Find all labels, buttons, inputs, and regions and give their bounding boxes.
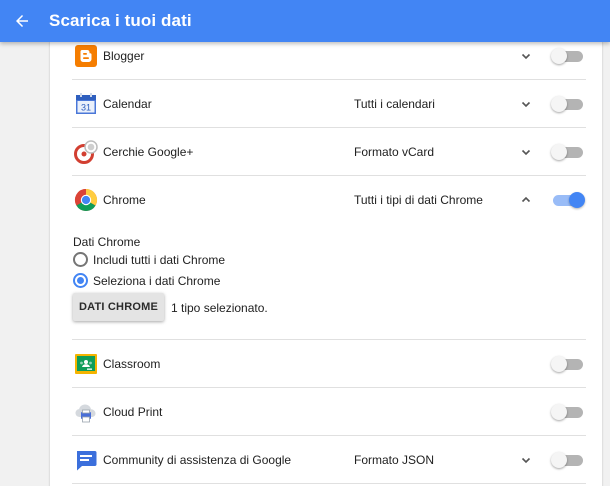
service-row-cloud-print: Cloud Print	[72, 388, 586, 436]
page-title: Scarica i tuoi dati	[49, 11, 192, 30]
service-format: Formato vCard	[354, 144, 435, 159]
toggle-thumb	[569, 192, 585, 208]
chrome-options-panel: Dati Chrome Includi tutti i dati Chrome …	[72, 228, 586, 340]
toggle-cloud-print[interactable]	[551, 404, 585, 420]
toggle-thumb	[551, 144, 567, 160]
radio-label: Includi tutti i dati Chrome	[93, 252, 226, 267]
classroom-icon	[75, 354, 97, 374]
toggle-calendar[interactable]	[551, 96, 585, 112]
service-format: Formato JSON	[354, 452, 435, 467]
radio-unchecked[interactable]	[73, 252, 88, 267]
services-card: Blogger 31 Calendar Tutti i calendari Ce…	[50, 32, 602, 486]
toggle-thumb	[551, 452, 567, 468]
service-name: Blogger	[103, 48, 145, 63]
toggle-help-community[interactable]	[551, 452, 585, 468]
toggle-google-plus-circles[interactable]	[551, 144, 585, 160]
toggle-thumb	[551, 96, 567, 112]
service-row-calendar: 31 Calendar Tutti i calendari	[72, 80, 586, 128]
community-chat-icon	[77, 451, 97, 471]
toggle-thumb	[551, 356, 567, 372]
svg-text:31: 31	[81, 103, 91, 113]
chrome-data-label: Dati Chrome	[73, 235, 141, 249]
chevron-down-icon[interactable]	[520, 146, 532, 158]
arrow-back-icon[interactable]	[13, 12, 31, 30]
calendar-icon: 31	[76, 93, 96, 114]
toggle-thumb	[551, 48, 567, 64]
chevron-down-icon[interactable]	[520, 98, 532, 110]
service-format: Tutti i tipi di dati Chrome	[354, 193, 483, 207]
chevron-up-icon[interactable]	[520, 194, 532, 206]
service-format: Tutti i calendari	[354, 96, 435, 111]
service-row-chrome: Chrome Tutti i tipi di dati Chrome	[72, 176, 586, 224]
cloud-print-icon	[75, 404, 96, 423]
selection-status: 1 tipo selezionato.	[171, 301, 268, 315]
service-name: Cerchie Google+	[103, 144, 194, 159]
chrome-icon	[74, 189, 98, 212]
service-name: Classroom	[103, 356, 161, 371]
radio-option-select-data[interactable]: Seleziona i dati Chrome	[73, 273, 220, 288]
radio-option-include-all[interactable]: Includi tutti i dati Chrome	[73, 252, 225, 267]
radio-checked[interactable]	[73, 273, 88, 288]
chevron-down-icon[interactable]	[520, 50, 532, 62]
toggle-classroom[interactable]	[551, 356, 585, 372]
service-name: Cloud Print	[103, 404, 163, 419]
service-row-classroom: Classroom	[72, 340, 586, 388]
blogger-icon	[75, 45, 97, 67]
service-name: Community di assistenza di Google	[103, 452, 292, 467]
chrome-data-button[interactable]: DATI CHROME	[73, 293, 164, 321]
app-bar: Scarica i tuoi dati	[0, 0, 610, 42]
service-row-help-community: Community di assistenza di Google Format…	[72, 436, 586, 484]
service-name: Chrome	[103, 193, 146, 207]
service-name: Calendar	[103, 96, 152, 111]
toggle-chrome[interactable]	[551, 192, 585, 208]
service-row-google-plus-circles: Cerchie Google+ Formato vCard	[72, 128, 586, 176]
toggle-blogger[interactable]	[551, 48, 585, 64]
toggle-thumb	[551, 404, 567, 420]
radio-label: Seleziona i dati Chrome	[93, 273, 221, 288]
google-plus-circles-icon	[74, 140, 98, 164]
chevron-down-icon[interactable]	[520, 454, 532, 466]
